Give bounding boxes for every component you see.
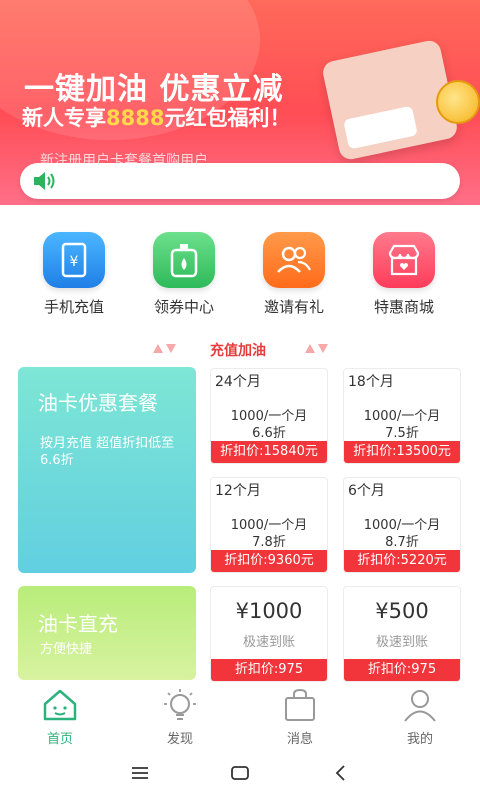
banner-subtitle: 新人专享8888元红包福利！	[22, 102, 290, 132]
menu-label: 领券中心	[153, 298, 214, 316]
oil-card-package-title: 油卡优惠套餐	[38, 391, 158, 415]
oil-card-package-tab[interactable]: 油卡优惠套餐 按月充值 超值折扣低至6.6折	[18, 367, 196, 573]
direct-amount-card[interactable]: ¥500 极速到账 折扣价:975	[343, 586, 461, 682]
tab-label: 发现	[166, 732, 193, 747]
user-icon	[404, 690, 436, 722]
package-card[interactable]: 24个月 1000/一个月 6.6折 折扣价:15840元	[210, 368, 328, 464]
direct-final-price: 折扣价:975	[211, 659, 327, 681]
banner-subtitle-suffix: 元红包福利！	[164, 106, 291, 130]
decor-triangles-right	[305, 344, 328, 353]
menu-label: 特惠商城	[373, 298, 434, 316]
direct-speed: 极速到账	[375, 635, 428, 650]
oil-card-direct-tab[interactable]: 油卡直充 方便快捷	[18, 586, 196, 680]
package-discount: 6.6折	[252, 426, 286, 441]
decor-triangles-left	[153, 344, 176, 353]
tab-messages[interactable]: 消息	[260, 688, 340, 747]
package-months: 24个月	[215, 374, 261, 390]
menu-label: 手机充值	[43, 298, 104, 316]
tab-label: 消息	[286, 732, 313, 747]
banner-subtitle-prefix: 新人专享	[22, 106, 106, 130]
invite-people-icon	[263, 232, 325, 288]
tab-discover[interactable]: 发现	[140, 688, 220, 747]
package-months: 18个月	[348, 374, 394, 390]
package-months: 6个月	[348, 483, 385, 499]
section-title: 充值加油	[210, 343, 266, 359]
direct-amount: ¥1000	[235, 599, 303, 623]
package-card[interactable]: 18个月 1000/一个月 7.5折 折扣价:13500元	[343, 368, 461, 464]
package-discount: 7.8折	[252, 535, 286, 550]
package-card[interactable]: 6个月 1000/一个月 8.7折 折扣价:5220元	[343, 477, 461, 573]
speaker-icon	[34, 172, 55, 190]
menu-item-invite[interactable]: 邀请有礼	[244, 232, 344, 317]
menu-item-mall[interactable]: 特惠商城	[354, 232, 454, 317]
menu-icon[interactable]	[131, 766, 149, 780]
direct-final-price: 折扣价:975	[344, 659, 460, 681]
package-final-price: 折扣价:13500元	[344, 441, 460, 463]
menu-item-phone-recharge[interactable]: ¥ 手机充值	[24, 232, 124, 317]
package-months: 12个月	[215, 483, 261, 499]
direct-amount: ¥500	[375, 599, 429, 623]
package-card[interactable]: 12个月 1000/一个月 7.8折 折扣价:9360元	[210, 477, 328, 573]
package-final-price: 折扣价:15840元	[211, 441, 327, 463]
system-nav-bar	[0, 746, 480, 800]
back-icon[interactable]	[334, 764, 346, 782]
package-discount: 8.7折	[385, 535, 419, 550]
package-final-price: 折扣价:5220元	[344, 550, 460, 572]
svg-text:¥: ¥	[70, 254, 79, 270]
bag-icon	[285, 688, 315, 721]
coin-illustration	[436, 80, 480, 124]
oil-card-package-desc: 按月充值 超值折扣低至6.6折	[40, 436, 175, 468]
phone-recharge-icon: ¥	[43, 232, 105, 288]
oil-card-direct-title: 油卡直充	[38, 612, 118, 636]
tab-label: 我的	[406, 732, 433, 747]
home-icon	[43, 689, 77, 721]
quick-menu: ¥ 手机充值 领券中心 邀请有礼 特惠商城	[0, 232, 480, 322]
mall-store-icon	[373, 232, 435, 288]
bulb-icon	[164, 689, 196, 720]
tab-profile[interactable]: 我的	[380, 688, 460, 747]
direct-amount-card[interactable]: ¥1000 极速到账 折扣价:975	[210, 586, 328, 682]
banner-subtitle-amount: 8888	[106, 106, 165, 130]
bottom-tab-bar: 首页 发现 消息 我的	[0, 682, 480, 747]
promo-banner[interactable]: 一键加油 优惠立减 新人专享8888元红包福利！ 新注册用户卡套餐首购用户	[0, 0, 480, 205]
package-final-price: 折扣价:9360元	[211, 550, 327, 572]
direct-speed: 极速到账	[242, 635, 295, 650]
menu-item-coupon-center[interactable]: 领券中心	[134, 232, 234, 317]
oil-card-direct-desc: 方便快捷	[40, 642, 93, 657]
tab-home[interactable]: 首页	[20, 688, 100, 747]
menu-label: 邀请有礼	[263, 298, 324, 316]
coupon-bottle-icon	[153, 232, 215, 288]
package-discount: 7.5折	[385, 426, 419, 441]
home-square-icon[interactable]	[231, 766, 249, 780]
tab-label: 首页	[46, 732, 73, 747]
announcement-bar[interactable]	[20, 163, 460, 199]
